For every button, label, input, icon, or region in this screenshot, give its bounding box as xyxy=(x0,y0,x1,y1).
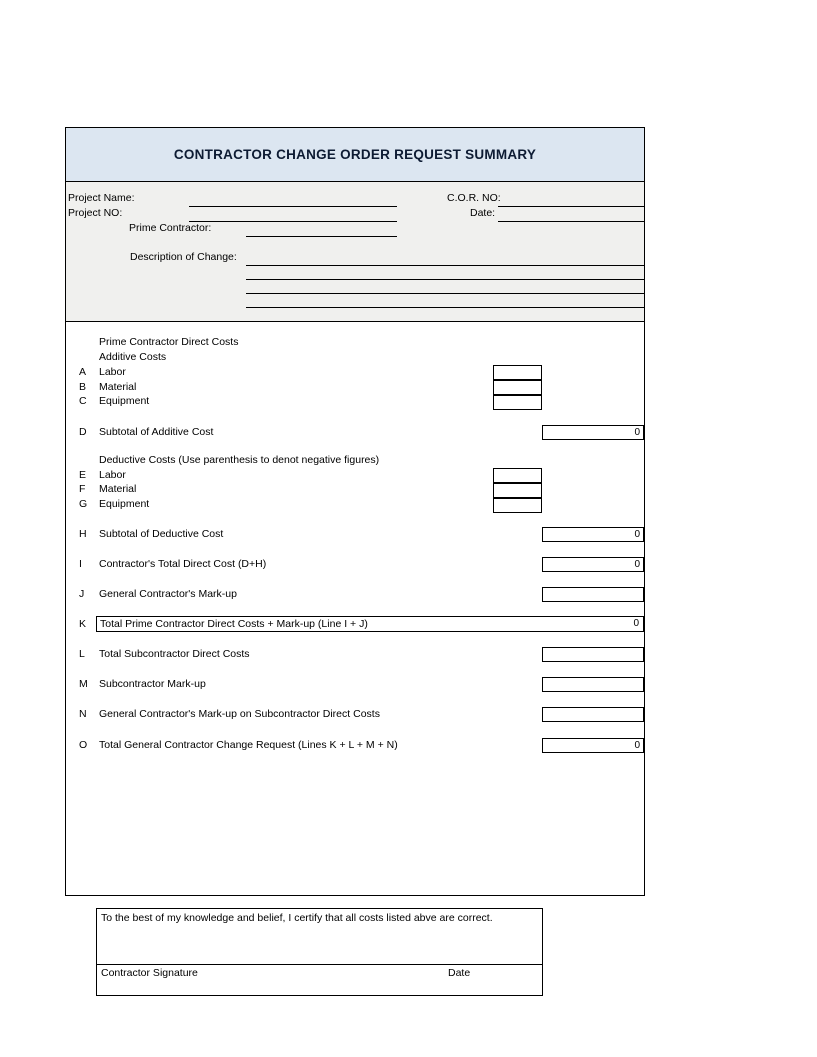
value-subtotal-deductive[interactable]: 0 xyxy=(542,527,644,542)
value-total-prime-with-markup: 0 xyxy=(633,618,639,629)
row-letter-b: B xyxy=(79,381,87,393)
project-no-label: Project NO: xyxy=(68,207,123,219)
row-total-prime-contractor-with-markup[interactable]: Total Prime Contractor Direct Costs + Ma… xyxy=(96,616,644,632)
input-additive-material[interactable] xyxy=(493,380,542,395)
prime-contractor-input[interactable] xyxy=(246,236,397,237)
value-total-direct-cost[interactable]: 0 xyxy=(542,557,644,572)
row-letter-h: H xyxy=(79,528,87,540)
heading-prime-contractor-direct-costs: Prime Contractor Direct Costs xyxy=(99,336,239,348)
row-label-total-change-request: Total General Contractor Change Request … xyxy=(99,739,398,751)
input-general-contractor-markup[interactable] xyxy=(542,587,644,602)
input-total-subcontractor-direct-costs[interactable] xyxy=(542,647,644,662)
description-line-1[interactable] xyxy=(246,265,644,266)
row-label-subtotal-deductive: Subtotal of Deductive Cost xyxy=(99,528,224,540)
date-label: Date: xyxy=(470,207,496,219)
row-letter-a: A xyxy=(79,366,87,378)
row-label-total-subcontractor-direct-costs: Total Subcontractor Direct Costs xyxy=(99,648,250,660)
row-label-subcontractor-markup: Subcontractor Mark-up xyxy=(99,678,206,690)
input-deductive-material[interactable] xyxy=(493,483,542,498)
row-label-gc-markup-on-subcontractor: General Contractor's Mark-up on Subcontr… xyxy=(99,708,380,720)
input-subcontractor-markup[interactable] xyxy=(542,677,644,692)
row-label-total-direct-cost: Contractor's Total Direct Cost (D+H) xyxy=(99,558,267,570)
row-letter-l: L xyxy=(79,648,85,660)
row-letter-i: I xyxy=(79,558,82,570)
project-info-section: Project Name: Project NO: Prime Contract… xyxy=(66,182,644,322)
row-label-material-additive: Material xyxy=(99,381,137,393)
change-order-form: CONTRACTOR CHANGE ORDER REQUEST SUMMARY … xyxy=(65,127,645,996)
certification-statement: To the best of my knowledge and belief, … xyxy=(101,912,493,924)
row-letter-f: F xyxy=(79,483,86,495)
row-label-general-contractor-markup: General Contractor's Mark-up xyxy=(99,588,237,600)
cor-no-label: C.O.R. NO: xyxy=(447,192,501,204)
cor-no-input[interactable] xyxy=(498,206,644,207)
certification-divider xyxy=(97,964,542,965)
row-label-equipment-additive: Equipment xyxy=(99,395,150,407)
cost-breakdown-section: Prime Contractor Direct Costs Additive C… xyxy=(66,322,644,996)
heading-deductive-costs: Deductive Costs (Use parenthesis to deno… xyxy=(99,454,380,466)
row-label-labor-deductive: Labor xyxy=(99,469,126,481)
value-total-change-request[interactable]: 0 xyxy=(542,738,644,753)
contractor-signature-label[interactable]: Contractor Signature xyxy=(101,967,198,979)
row-label-labor-additive: Labor xyxy=(99,366,126,378)
input-deductive-labor[interactable] xyxy=(493,468,542,483)
input-additive-labor[interactable] xyxy=(493,365,542,380)
form-title-banner: CONTRACTOR CHANGE ORDER REQUEST SUMMARY xyxy=(66,128,644,182)
row-letter-k: K xyxy=(79,618,87,630)
row-label-material-deductive: Material xyxy=(99,483,137,495)
row-letter-n: N xyxy=(79,708,87,720)
row-label-subtotal-additive: Subtotal of Additive Cost xyxy=(99,426,214,438)
row-letter-g: G xyxy=(79,498,88,510)
project-no-input[interactable] xyxy=(189,221,397,222)
row-letter-e: E xyxy=(79,469,87,481)
input-gc-markup-on-subcontractor[interactable] xyxy=(542,707,644,722)
row-label-total-prime-with-markup: Total Prime Contractor Direct Costs + Ma… xyxy=(100,618,368,630)
row-letter-j: J xyxy=(79,588,85,600)
input-deductive-equipment[interactable] xyxy=(493,498,542,513)
row-letter-c: C xyxy=(79,395,87,407)
project-name-input[interactable] xyxy=(189,206,397,207)
signature-date-label[interactable]: Date xyxy=(448,967,470,979)
row-label-equipment-deductive: Equipment xyxy=(99,498,150,510)
date-input[interactable] xyxy=(498,221,644,222)
heading-additive-costs: Additive Costs xyxy=(99,351,167,363)
row-letter-d: D xyxy=(79,426,87,438)
row-letter-m: M xyxy=(79,678,88,690)
input-additive-equipment[interactable] xyxy=(493,395,542,410)
description-line-3[interactable] xyxy=(246,293,644,294)
page-title: CONTRACTOR CHANGE ORDER REQUEST SUMMARY xyxy=(173,147,537,162)
description-line-2[interactable] xyxy=(246,279,644,280)
description-of-change-label: Description of Change: xyxy=(130,251,237,263)
prime-contractor-label: Prime Contractor: xyxy=(129,222,212,234)
description-line-4[interactable] xyxy=(246,307,644,308)
value-subtotal-additive[interactable]: 0 xyxy=(542,425,644,440)
project-name-label: Project Name: xyxy=(68,192,135,204)
row-letter-o: O xyxy=(79,739,88,751)
certification-box: To the best of my knowledge and belief, … xyxy=(96,908,543,996)
